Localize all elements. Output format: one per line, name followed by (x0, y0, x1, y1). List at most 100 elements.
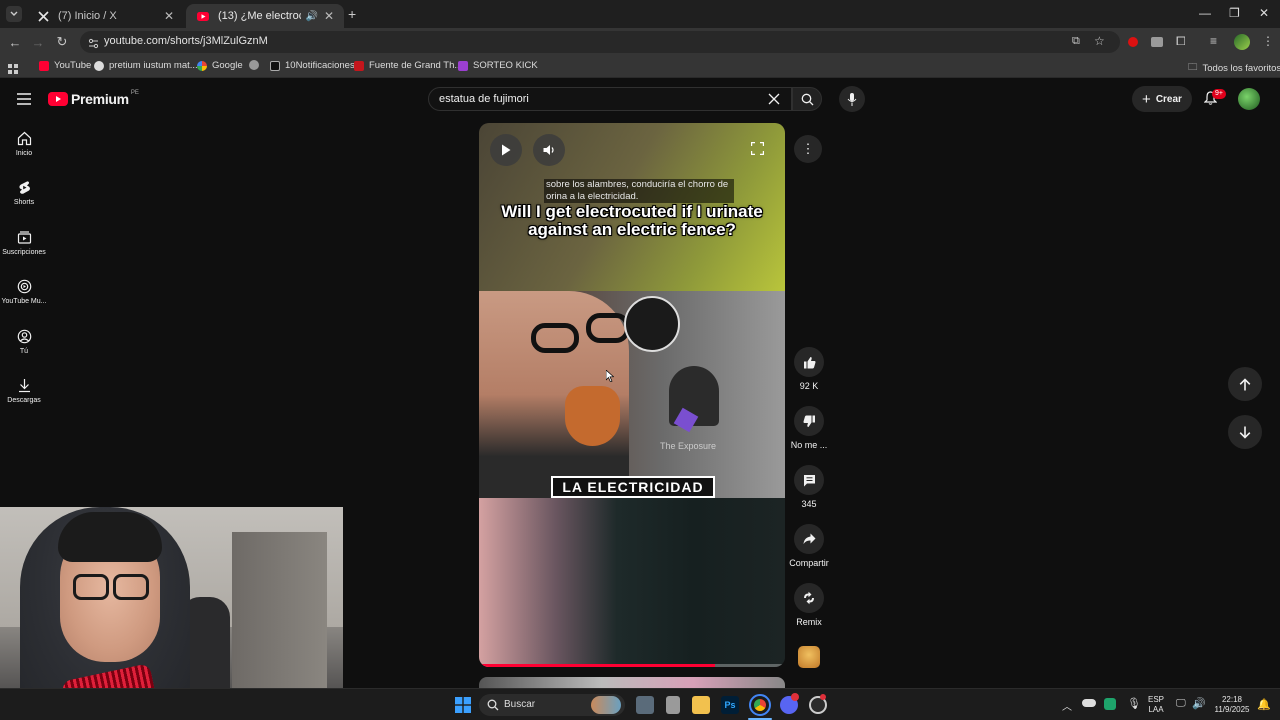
create-button[interactable]: + Crear (1132, 86, 1192, 112)
font-favicon-icon (354, 60, 364, 71)
bookmark-youtube[interactable]: YouTube (39, 60, 91, 71)
address-bar[interactable]: youtube.com/shorts/j3MlZulGznM ⧉ ☆ (80, 31, 1120, 53)
close-window-icon[interactable]: ✕ (1259, 6, 1269, 20)
more-options-icon[interactable]: ⋮ (794, 135, 822, 163)
dislike-button[interactable]: No me ... (788, 406, 830, 450)
extensions-puzzle-icon[interactable]: ⧠ (1176, 34, 1186, 49)
mouse-cursor-icon (605, 369, 618, 383)
account-avatar[interactable] (1238, 88, 1260, 110)
audio-playing-icon[interactable]: 🔊 (305, 11, 317, 22)
bookmark-label: Google (212, 60, 243, 71)
tab-x-home[interactable]: (7) Inicio / X ✕ (26, 4, 184, 28)
video-frame-scene (479, 291, 785, 498)
app-icon[interactable] (666, 696, 680, 714)
profile-avatar[interactable] (1234, 34, 1250, 50)
tab-search-icon[interactable] (6, 6, 22, 22)
bookmark-google[interactable]: Google (197, 60, 243, 71)
search-button[interactable] (792, 87, 822, 111)
bookmark-star-icon[interactable]: ☆ (1094, 34, 1105, 48)
search-highlight-image (591, 696, 621, 714)
sidebar-item-suscripciones[interactable]: Suscripciones (0, 230, 48, 256)
volume-tray-icon[interactable]: 🔊 (1192, 697, 1206, 710)
remix-button[interactable]: Remix (788, 583, 830, 627)
sidebar-item-inicio[interactable]: Inicio (0, 131, 48, 157)
back-icon[interactable]: ← (6, 33, 24, 51)
clock[interactable]: 22:18 11/9/2025 (1210, 695, 1254, 715)
search-box[interactable]: estatua de fujimori (428, 87, 792, 111)
x-logo-icon (36, 9, 50, 23)
extension-icon[interactable] (1151, 37, 1163, 47)
sidebar-item-shorts[interactable]: Shorts (0, 180, 48, 206)
microphone-tray-icon[interactable]: 🎙 (1127, 697, 1141, 710)
thumbs-down-icon (803, 415, 815, 427)
sidebar-item-tu[interactable]: Tú (0, 329, 48, 355)
sidebar-item-descargas[interactable]: Descargas (0, 378, 48, 404)
bookmark-notificaciones[interactable]: 10Notificaciones (270, 60, 355, 71)
close-tab-icon[interactable]: ✕ (164, 9, 174, 23)
app-badge (820, 694, 826, 700)
clear-search-icon[interactable] (768, 92, 780, 110)
video-watermark: The Exposure (660, 441, 717, 451)
chrome-icon[interactable] (749, 694, 771, 716)
forward-icon[interactable]: → (29, 33, 47, 51)
sidebar-item-youtube-music[interactable]: YouTube Mu... (0, 279, 48, 305)
arrow-down-icon (1239, 426, 1251, 439)
apps-grid-icon[interactable] (8, 61, 18, 79)
shorts-video-player[interactable]: sobre los alambres, conduciría el chorro… (479, 123, 785, 667)
hamburger-menu-icon[interactable] (17, 92, 31, 110)
file-explorer-icon[interactable] (692, 696, 710, 714)
tray-overflow-icon[interactable]: ︿ (1062, 698, 1072, 713)
voice-search-button[interactable] (839, 86, 865, 112)
share-button[interactable]: Compartir (784, 524, 834, 568)
language-indicator[interactable]: ESP LAA (1146, 695, 1166, 715)
bookmark-grand-theft[interactable]: Fuente de Grand Th... (354, 60, 462, 71)
volume-button[interactable] (533, 134, 565, 166)
extension-red-icon[interactable] (1128, 37, 1138, 47)
like-button[interactable]: 92 K (788, 347, 830, 391)
chrome-menu-icon[interactable]: ⋮ (1262, 34, 1274, 48)
sidebar-item-label: Shorts (13, 199, 35, 206)
play-button[interactable] (490, 134, 522, 166)
taskbar-search[interactable]: Buscar (479, 694, 625, 716)
network-icon[interactable]: 🖵 (1176, 698, 1186, 709)
all-bookmarks[interactable]: 🗀 Todos los favoritos (1188, 60, 1280, 76)
restore-icon[interactable]: ❐ (1229, 6, 1240, 20)
photoshop-icon[interactable]: Ps (721, 696, 739, 714)
fullscreen-icon[interactable] (750, 141, 765, 160)
next-short-button[interactable] (1228, 415, 1262, 449)
all-bookmarks-label: Todos los favoritos (1202, 62, 1280, 74)
new-tab-button[interactable]: + (348, 6, 356, 22)
onedrive-icon[interactable] (1082, 699, 1096, 707)
search-icon (801, 93, 813, 105)
sidebar-item-label: Tú (19, 348, 29, 355)
search-icon (487, 698, 499, 716)
next-short-preview[interactable] (479, 677, 785, 688)
microphone-icon (847, 92, 857, 106)
media-controls-icon[interactable]: ≡ (1210, 34, 1217, 48)
youtube-premium-logo[interactable]: Premium PE (48, 90, 139, 107)
tab-label: (13) ¿Me electrocutaré si ori (218, 10, 302, 22)
search-input[interactable]: estatua de fujimori (439, 93, 529, 105)
site-info-icon[interactable] (88, 36, 99, 54)
bookmark-label: Fuente de Grand Th... (369, 60, 463, 71)
close-tab-icon[interactable]: ✕ (324, 9, 334, 23)
security-icon[interactable] (1104, 698, 1116, 710)
share-label: Compartir (789, 558, 829, 568)
video-title-overlay: Will I get electrocuted if I urinate aga… (501, 202, 763, 239)
windows-start-icon[interactable] (455, 697, 471, 718)
minimize-icon[interactable]: — (1199, 6, 1211, 20)
reload-icon[interactable]: ↻ (53, 33, 71, 51)
notification-center-icon[interactable]: 🔔 (1257, 698, 1271, 711)
comments-button[interactable]: 345 (788, 465, 830, 509)
user-icon (17, 329, 31, 344)
bookmark-sorteo-kick[interactable]: SORTEO KICK (458, 60, 538, 71)
video-progress-bar[interactable] (479, 664, 785, 667)
task-view-icon[interactable] (636, 696, 654, 714)
taskbar-search-label: Buscar (504, 699, 536, 710)
bookmark-pretium[interactable]: pretium iustum mat... (94, 60, 198, 71)
install-app-icon[interactable]: ⧉ (1072, 35, 1080, 48)
previous-short-button[interactable] (1228, 367, 1262, 401)
channel-avatar[interactable] (798, 646, 820, 668)
bookmark-globe[interactable] (249, 60, 264, 70)
tab-youtube-short[interactable]: (13) ¿Me electrocutaré si ori 🔊 ✕ (186, 4, 344, 28)
